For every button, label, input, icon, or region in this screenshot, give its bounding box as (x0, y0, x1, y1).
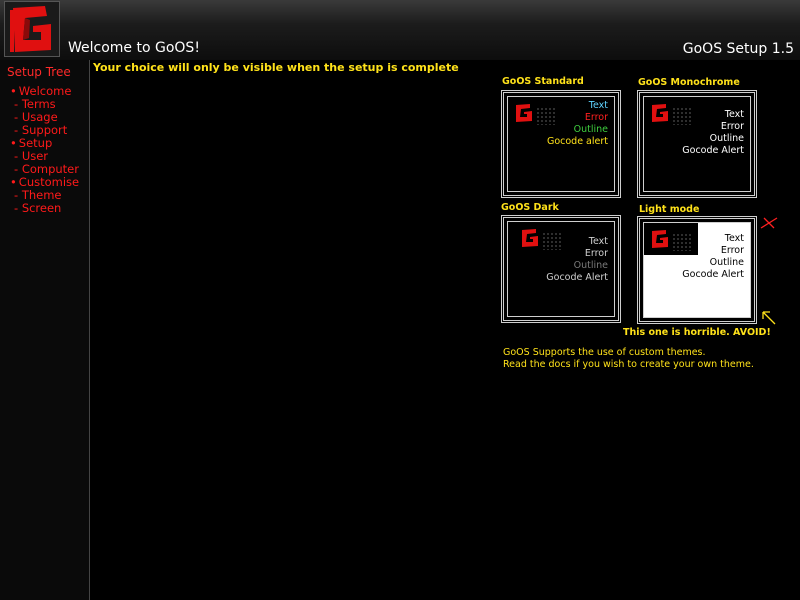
theme-card-dark[interactable]: Text Error Outline Gocode Alert (501, 215, 621, 323)
theme-label-dark: GoOS Dark (501, 202, 559, 213)
sample-text-block: Text Error Outline Gocode Alert (682, 109, 744, 157)
sample-text-block: Text Error Outline Gocode Alert (546, 236, 608, 284)
sample-alert: Gocode Alert (682, 269, 744, 280)
sample-alert: Gocode Alert (682, 145, 744, 156)
welcome-title: Welcome to GoOS! (68, 40, 200, 56)
mini-logo-icon (514, 103, 534, 123)
sample-error: Error (584, 248, 608, 259)
sample-error: Error (720, 245, 744, 256)
sample-alert: Gocode alert (546, 136, 608, 147)
setup-tree-list: Welcome Terms Usage Support Setup User C… (10, 85, 79, 215)
setup-tree-panel: Setup Tree Welcome Terms Usage Support S… (0, 60, 90, 600)
sample-text: Text (724, 233, 744, 244)
sample-outline: Outline (573, 260, 608, 271)
setup-tree-title: Setup Tree (7, 65, 71, 79)
info-line: Read the docs if you wish to create your… (503, 359, 754, 370)
setup-version: GoOS Setup 1.5 (682, 41, 794, 57)
sample-text: Text (588, 100, 608, 111)
mini-logo-icon (650, 229, 670, 249)
theme-card-light[interactable]: Text Error Outline Gocode Alert (637, 216, 757, 324)
theme-preview-dark: Text Error Outline Gocode Alert (507, 221, 615, 317)
tree-item-screen[interactable]: Screen (10, 202, 79, 215)
header-bar: Welcome to GoOS! GoOS Setup 1.5 (0, 0, 800, 60)
theme-label-monochrome: GoOS Monochrome (638, 77, 740, 88)
sample-text: Text (588, 236, 608, 247)
sample-text: Text (724, 109, 744, 120)
sample-text-block: Text Error Outline Gocode alert (547, 100, 608, 148)
arrow-pointer-icon (762, 311, 776, 325)
theme-card-standard[interactable]: Text Error Outline Gocode alert (501, 90, 621, 198)
sample-error: Error (720, 121, 744, 132)
theme-preview-monochrome: Text Error Outline Gocode Alert (643, 96, 751, 192)
theme-label-standard: GoOS Standard (502, 76, 584, 87)
info-line: GoOS Supports the use of custom themes. (503, 347, 706, 358)
sample-text-block: Text Error Outline Gocode Alert (682, 233, 744, 281)
sample-error: Error (584, 112, 608, 123)
theme-preview-standard: Text Error Outline Gocode alert (507, 96, 615, 192)
sample-outline: Outline (709, 257, 744, 268)
sample-alert: Gocode Alert (546, 272, 608, 283)
sample-outline: Outline (573, 124, 608, 135)
light-mode-warning: This one is horrible. AVOID! (623, 327, 771, 338)
mini-logo-icon (650, 103, 670, 123)
theme-label-light: Light mode (639, 204, 700, 215)
theme-preview-light: Text Error Outline Gocode Alert (643, 222, 751, 318)
visibility-notice: Your choice will only be visible when th… (93, 61, 459, 74)
sample-outline: Outline (709, 133, 744, 144)
mini-logo-icon (520, 228, 540, 248)
theme-card-monochrome[interactable]: Text Error Outline Gocode Alert (637, 90, 757, 198)
custom-themes-info: GoOS Supports the use of custom themes. … (503, 347, 754, 371)
cross-mark-icon (760, 217, 778, 229)
goos-logo-icon (4, 1, 60, 57)
